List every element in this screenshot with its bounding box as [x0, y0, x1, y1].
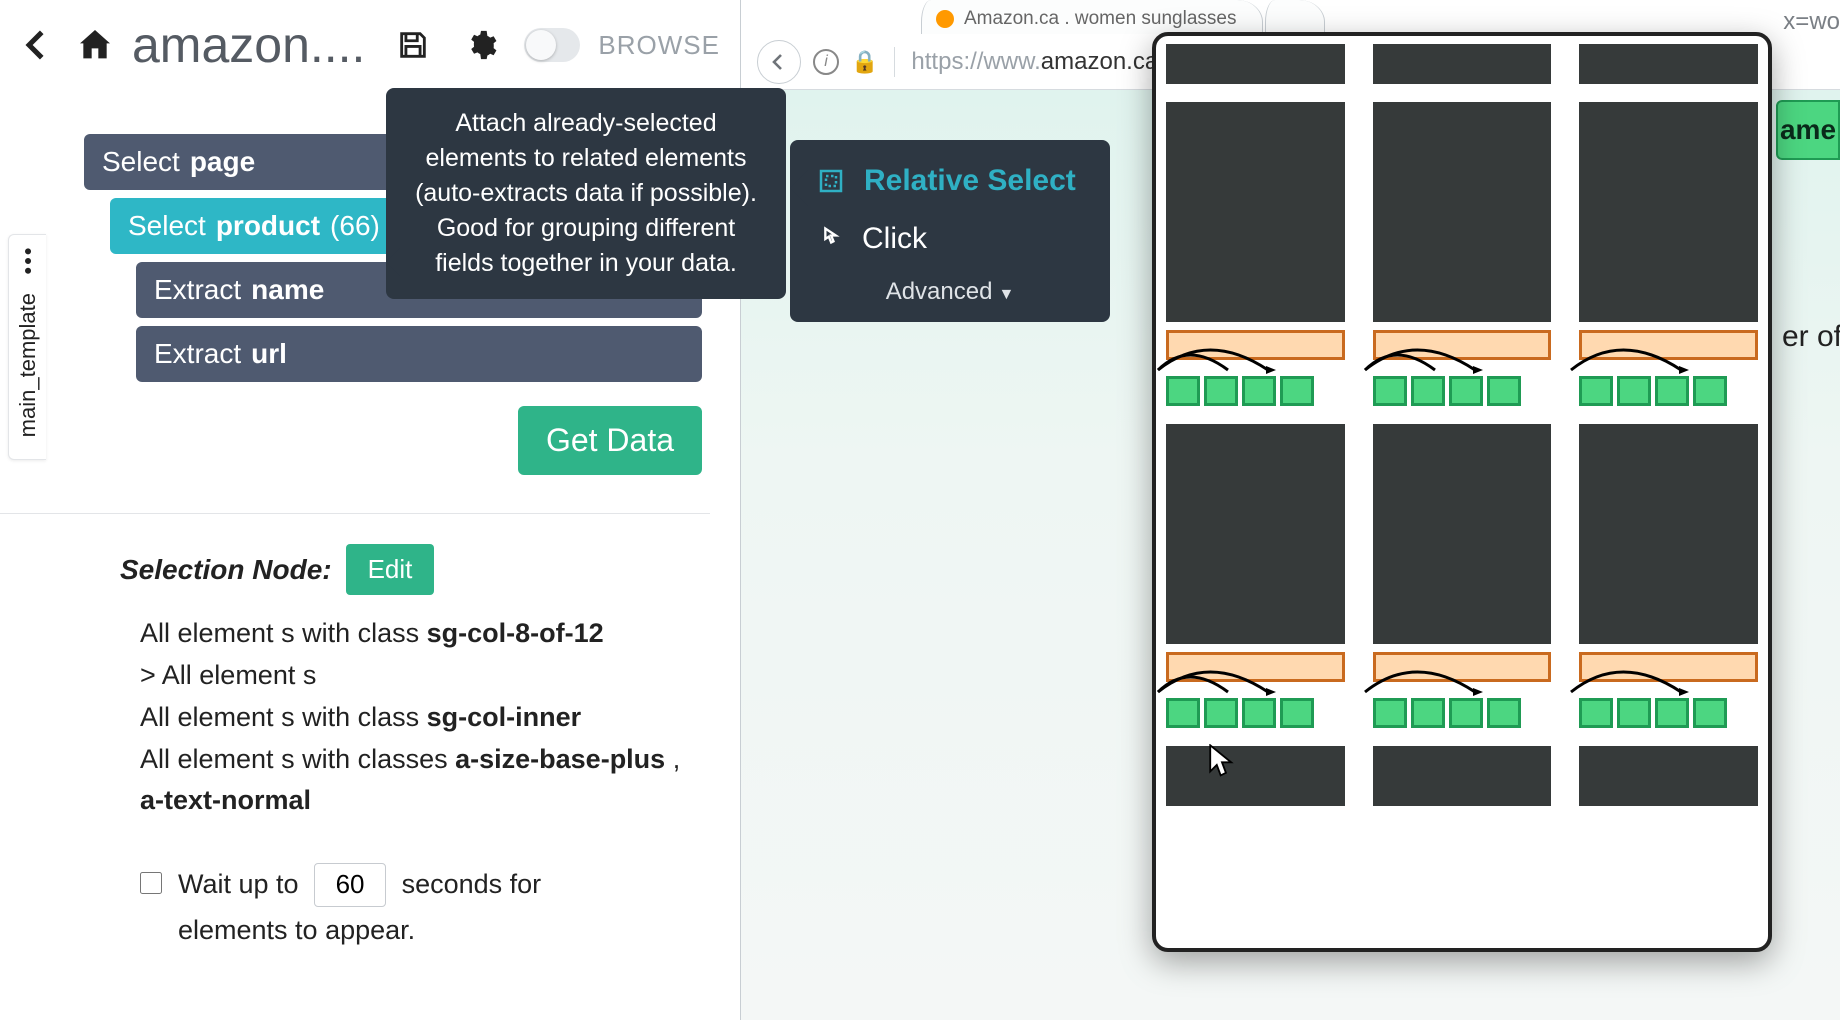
- mouse-cursor-icon: [1208, 744, 1236, 783]
- node-keyword: Select: [128, 210, 206, 242]
- highlighted-fragment: ame: [1776, 100, 1840, 160]
- click-icon: [816, 225, 844, 253]
- minimap-card: [1166, 746, 1345, 806]
- template-tab-label: main_template: [15, 293, 41, 437]
- minimap-thumb: [1373, 44, 1552, 84]
- minimap-thumb: [1166, 102, 1345, 322]
- minimap-card: [1166, 102, 1345, 406]
- minimap-card: [1373, 746, 1552, 806]
- minimap-thumb: [1166, 424, 1345, 644]
- browser-back-button[interactable]: [757, 40, 801, 84]
- relative-select-label: Relative Select: [864, 164, 1076, 198]
- click-option[interactable]: Click: [790, 210, 1110, 268]
- selection-node-label: Selection Node:: [120, 554, 332, 586]
- minimap-card: [1579, 424, 1758, 728]
- minimap-card: [1166, 44, 1345, 84]
- selection-minimap: [1152, 32, 1772, 952]
- wait-checkbox[interactable]: [140, 872, 162, 894]
- selector-description: All element s with class sg-col-8-of-12 …: [140, 613, 710, 822]
- minimap-thumb: [1579, 424, 1758, 644]
- node-extract-url[interactable]: Extract url: [136, 326, 702, 382]
- minimap-card: [1373, 102, 1552, 406]
- minimap-thumb: [1373, 746, 1552, 806]
- minimap-thumb: [1373, 102, 1552, 322]
- node-name: url: [251, 338, 287, 370]
- lock-icon: 🔒: [851, 49, 878, 75]
- site-info-icon[interactable]: i: [813, 49, 839, 75]
- browser-tab[interactable]: Amazon.ca . women sunglasses: [921, 0, 1263, 34]
- caret-down-icon: ▼: [998, 286, 1014, 303]
- minimap-card: [1373, 424, 1552, 728]
- minimap-thumb: [1579, 44, 1758, 84]
- relative-select-tooltip: Attach already-selected elements to rela…: [386, 88, 786, 299]
- browser-tabbar: Amazon.ca . women sunglasses: [741, 0, 1840, 34]
- minimap-thumb: [1166, 746, 1345, 806]
- settings-button[interactable]: [456, 20, 506, 70]
- minimap-card: [1579, 44, 1758, 84]
- minimap-card: [1373, 44, 1552, 84]
- click-label: Click: [862, 222, 927, 256]
- minimap-thumb: [1166, 44, 1345, 84]
- wait-seconds-input[interactable]: [314, 863, 386, 907]
- url-fragment: x=wo: [1783, 8, 1840, 36]
- back-button[interactable]: [12, 20, 62, 70]
- node-count: (66): [330, 210, 380, 242]
- node-keyword: Extract: [154, 338, 241, 370]
- node-name: page: [190, 146, 255, 178]
- template-tab[interactable]: ••• main_template: [8, 234, 46, 460]
- favicon-icon: [936, 10, 954, 28]
- get-data-button[interactable]: Get Data: [518, 406, 702, 475]
- minimap-card: [1579, 746, 1758, 806]
- browser-tab-overflow[interactable]: [1265, 0, 1325, 34]
- kebab-icon[interactable]: •••: [15, 247, 41, 276]
- separator: [894, 47, 895, 77]
- relative-select-option[interactable]: Relative Select: [790, 152, 1110, 210]
- wait-text: Wait up to seconds for elements to appea…: [178, 862, 658, 954]
- relative-select-icon: [816, 166, 846, 196]
- save-button[interactable]: [388, 20, 438, 70]
- minimap-thumb: [1579, 102, 1758, 322]
- node-name: product: [216, 210, 320, 242]
- home-button[interactable]: [70, 20, 120, 70]
- node-keyword: Select: [102, 146, 180, 178]
- action-popover: Relative Select Click Advanced▼: [790, 140, 1110, 322]
- divider: [0, 513, 710, 514]
- advanced-toggle[interactable]: Advanced▼: [790, 268, 1110, 306]
- browse-toggle[interactable]: [524, 28, 580, 62]
- project-title: amazon....: [132, 16, 365, 74]
- minimap-thumb: [1373, 424, 1552, 644]
- minimap-card: [1579, 102, 1758, 406]
- edit-button[interactable]: Edit: [346, 544, 435, 595]
- minimap-thumb: [1579, 746, 1758, 806]
- node-keyword: Extract: [154, 274, 241, 306]
- minimap-card: [1166, 424, 1345, 728]
- url-text[interactable]: https://www.amazon.ca: [911, 48, 1158, 76]
- node-name: name: [251, 274, 324, 306]
- page-text-fragment: er of: [1782, 320, 1840, 354]
- browse-label: BROWSE: [598, 30, 720, 61]
- browser-tab-title: Amazon.ca . women sunglasses: [964, 8, 1236, 30]
